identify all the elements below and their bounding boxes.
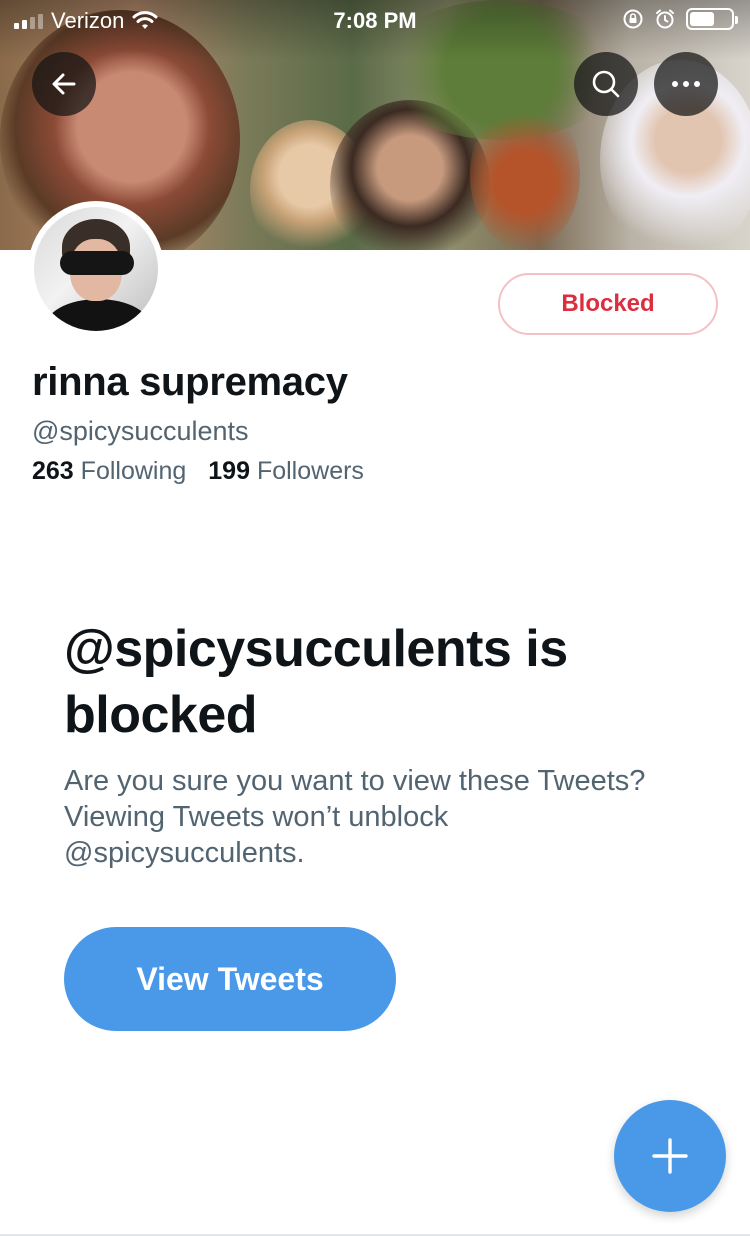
avatar-image: [34, 207, 158, 331]
view-tweets-button[interactable]: View Tweets: [64, 927, 396, 1031]
compose-tweet-button[interactable]: [614, 1100, 726, 1212]
blocked-button[interactable]: Blocked: [498, 273, 718, 335]
status-bar: Verizon 7:08 PM: [0, 0, 750, 40]
arrow-left-icon: [52, 73, 76, 95]
more-icon: [672, 81, 700, 87]
orientation-lock-icon: [623, 9, 643, 29]
profile-handle: @spicysucculents: [32, 416, 249, 446]
search-button[interactable]: [574, 52, 638, 116]
alarm-icon: [656, 9, 674, 29]
avatar[interactable]: [28, 201, 164, 337]
following-label: Following: [80, 457, 187, 485]
blocked-description: Are you sure you want to view these Twee…: [64, 765, 646, 869]
following-count: 263: [32, 457, 74, 485]
followers-link[interactable]: 199 Followers: [208, 457, 364, 486]
profile-stats: 263 Following 199 Followers: [32, 457, 364, 486]
back-button[interactable]: [32, 52, 96, 116]
search-icon: [592, 70, 620, 98]
followers-count: 199: [208, 457, 250, 485]
display-name: rinna supremacy: [32, 360, 348, 404]
plus-icon: [652, 1138, 688, 1174]
battery-icon: [686, 8, 738, 30]
following-link[interactable]: 263 Following: [32, 457, 186, 486]
more-options-button[interactable]: [654, 52, 718, 116]
followers-label: Followers: [256, 457, 364, 485]
blocked-title: @spicysucculents is blocked: [64, 620, 568, 744]
